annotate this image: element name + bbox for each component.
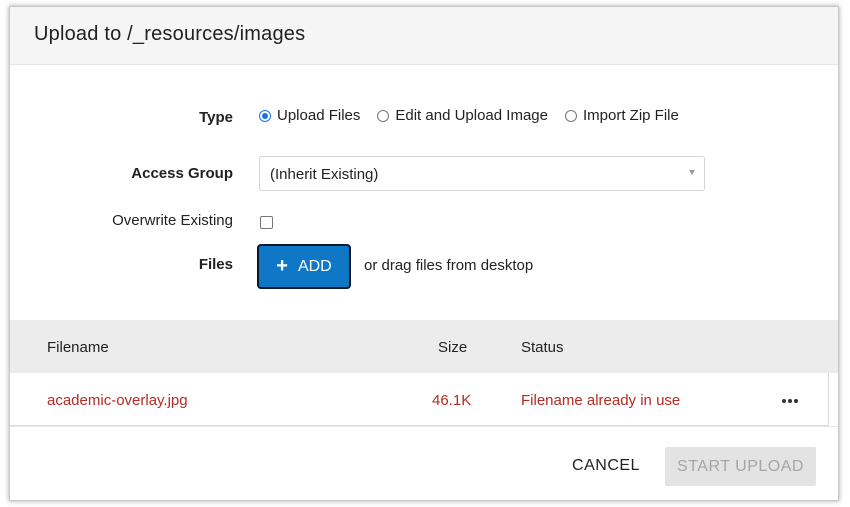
radio-import-zip[interactable] xyxy=(564,109,577,122)
table-row: academic-overlay.jpg 46.1K Filename alre… xyxy=(10,373,829,426)
upload-dialog: Upload to /_resources/images Type Upload… xyxy=(9,6,839,501)
type-option-import-zip[interactable]: Import Zip File xyxy=(564,107,679,124)
plus-icon: + xyxy=(276,254,288,277)
overwrite-label: Overwrite Existing xyxy=(112,212,233,229)
more-options-icon[interactable] xyxy=(782,399,800,403)
column-header-size: Size xyxy=(438,339,468,356)
type-option-label: Edit and Upload Image xyxy=(395,107,548,124)
row-size: 46.1K xyxy=(432,392,472,409)
cancel-button[interactable]: CANCEL xyxy=(558,448,654,484)
type-option-edit-upload-image[interactable]: Edit and Upload Image xyxy=(377,107,548,124)
column-header-filename: Filename xyxy=(47,339,109,356)
column-header-status: Status xyxy=(521,339,564,356)
add-button-label: ADD xyxy=(297,257,332,275)
type-option-upload-files[interactable]: Upload Files xyxy=(259,107,360,124)
start-upload-button[interactable]: START UPLOAD xyxy=(665,447,816,486)
add-files-button[interactable]: + ADD xyxy=(257,244,351,289)
access-group-value: (Inherit Existing) xyxy=(270,166,379,183)
type-option-label: Upload Files xyxy=(277,107,361,124)
row-status: Filename already in use xyxy=(521,392,681,409)
radio-upload-files[interactable] xyxy=(259,109,271,122)
access-group-label: Access Group xyxy=(131,165,233,182)
type-label: Type xyxy=(199,109,233,126)
row-filename: academic-overlay.jpg xyxy=(47,392,188,409)
drag-hint: or drag files from desktop xyxy=(364,257,534,274)
dialog-header: Upload to /_resources/images xyxy=(10,7,838,65)
files-table-header: Filename Size Status xyxy=(10,320,838,373)
files-label: Files xyxy=(198,256,233,273)
radio-edit-upload-image[interactable] xyxy=(377,109,390,122)
caret-down-icon xyxy=(689,170,695,175)
access-group-select[interactable]: (Inherit Existing) xyxy=(259,156,705,191)
dialog-title: Upload to /_resources/images xyxy=(34,23,306,45)
footer-divider xyxy=(10,426,838,427)
overwrite-checkbox[interactable] xyxy=(260,216,273,229)
type-radio-group: Upload Files Edit and Upload Image Impor… xyxy=(259,107,696,124)
type-option-label: Import Zip File xyxy=(582,107,679,124)
